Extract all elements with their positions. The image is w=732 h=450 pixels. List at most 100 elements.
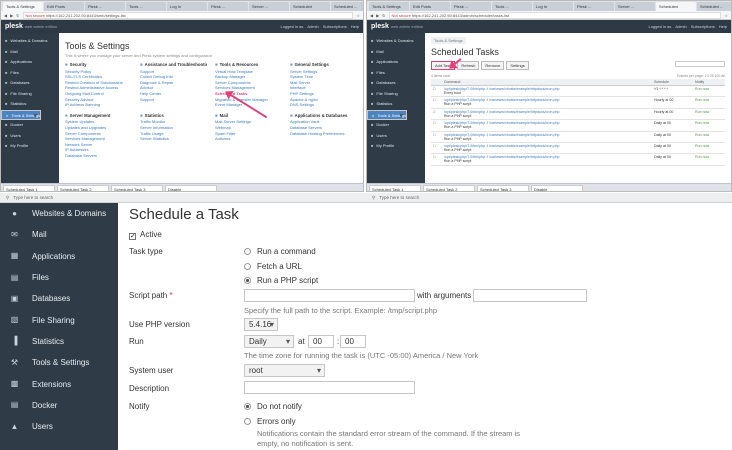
address-bar[interactable]: ◀ ▶ ↻ Not secure https://162.241.202.50:… <box>367 11 731 20</box>
star-icon[interactable]: ☆ <box>356 13 360 18</box>
sidebar-item-docker[interactable]: ▤ Docker <box>0 395 118 416</box>
search-input[interactable] <box>675 61 725 67</box>
taskbar-item[interactable]: Scheduled Task 1 <box>369 185 421 191</box>
description-input[interactable] <box>244 381 415 394</box>
checkbox[interactable]: □ <box>433 98 435 102</box>
search-bar-right[interactable]: ⚲ Type here to search <box>366 193 732 203</box>
settings-link[interactable]: Support <box>140 97 207 103</box>
sidebar-item-applications[interactable]: ▦ Applications <box>0 246 118 267</box>
reload-icon[interactable]: ↻ <box>16 13 19 18</box>
header-link[interactable]: Admin <box>675 24 686 29</box>
checkbox[interactable]: □ <box>433 110 435 114</box>
checkbox[interactable]: □ <box>433 87 435 91</box>
toolbar-button[interactable]: Settings <box>506 61 529 70</box>
row-checkbox-cell[interactable]: □ <box>431 85 442 98</box>
row-checkbox-cell[interactable]: □ <box>431 108 442 121</box>
settings-link[interactable]: Antivirus <box>215 136 282 142</box>
sidebar-item[interactable]: My Profile <box>367 141 425 152</box>
browser-tab[interactable]: Tools ... <box>492 2 532 11</box>
radio-fetch-url[interactable]: Fetch a URL <box>244 262 302 271</box>
settings-link[interactable]: Database Servers <box>65 153 132 159</box>
browser-tab[interactable]: Tools & Settings <box>3 2 43 11</box>
radio-button-selected[interactable] <box>244 403 251 410</box>
browser-tab[interactable]: Scheduled <box>290 2 330 11</box>
browser-tab[interactable]: Log In <box>167 2 207 11</box>
taskbar-item[interactable]: Scheduled Task 3 <box>477 185 529 191</box>
taskbar-item[interactable]: Scheduled Task 2 <box>57 185 109 191</box>
sidebar-item-websites-domains[interactable]: ● Websites & Domains <box>0 203 118 224</box>
browser-tab[interactable]: Scheduled ... <box>697 2 731 11</box>
sidebar-item-users[interactable]: ▲ Users <box>0 416 118 437</box>
browser-tab[interactable]: Log In <box>533 2 573 11</box>
checkbox[interactable]: □ <box>433 144 435 148</box>
sidebar-item-databases[interactable]: ▣ Databases <box>0 288 118 309</box>
arguments-input[interactable] <box>473 289 587 302</box>
sidebar-item[interactable]: Databases <box>1 78 59 89</box>
row-checkbox-cell[interactable]: □ <box>431 153 442 166</box>
sidebar-item[interactable]: My Profile <box>1 141 59 152</box>
run-now-link[interactable]: Run now <box>693 96 725 109</box>
sidebar-item[interactable]: Users <box>1 131 59 142</box>
sidebar-item[interactable]: Statistics <box>367 99 425 110</box>
browser-tab[interactable]: Server ... <box>615 2 655 11</box>
sidebar-item-tools-settings[interactable]: ⚒ Tools & Settings <box>0 352 118 373</box>
browser-tab[interactable]: Plesk ... <box>574 2 614 11</box>
settings-link[interactable]: IP Address Banning <box>65 102 132 108</box>
settings-link[interactable]: Database Hosting Preferences <box>290 131 357 137</box>
hour-input[interactable]: 00 <box>308 335 334 348</box>
sidebar-item[interactable]: Files <box>367 68 425 79</box>
forward-icon[interactable]: ▶ <box>10 13 13 18</box>
header-link[interactable]: Help <box>351 24 359 29</box>
settings-link[interactable]: DNS Settings <box>290 102 357 108</box>
header-link[interactable]: Subscriptions <box>691 24 715 29</box>
sidebar-item[interactable]: Docker <box>1 120 59 131</box>
sidebar-item[interactable]: Websites & Domains <box>1 36 59 47</box>
toolbar-button[interactable]: Refresh <box>457 61 480 70</box>
sidebar-item[interactable]: Applications <box>1 57 59 68</box>
checkbox[interactable]: □ <box>433 155 435 159</box>
header-user-menu[interactable]: Logged in as Admin Subscriptions Help <box>280 24 359 29</box>
radio-errors-only[interactable]: Errors only <box>244 417 296 426</box>
browser-tab[interactable]: Scheduled ... <box>331 2 363 11</box>
row-checkbox-cell[interactable]: □ <box>431 96 442 109</box>
run-now-link[interactable]: Run now <box>693 131 725 143</box>
star-icon[interactable]: ☆ <box>724 13 728 18</box>
header-link[interactable]: Admin <box>307 24 318 29</box>
checkbox[interactable]: □ <box>433 121 435 125</box>
taskbar-item[interactable]: Disable <box>165 185 217 191</box>
checkbox[interactable]: □ <box>433 133 435 137</box>
back-icon[interactable]: ◀ <box>4 13 7 18</box>
sidebar-item[interactable]: Users <box>367 131 425 142</box>
radio-run-php-script[interactable]: Run a PHP script <box>244 276 318 285</box>
sidebar-item[interactable]: Files <box>1 68 59 79</box>
browser-tab[interactable]: Plesk ... <box>451 2 491 11</box>
radio-button[interactable] <box>244 418 251 425</box>
sidebar-item-statistics[interactable]: ▐ Statistics <box>0 331 118 352</box>
radio-button[interactable] <box>244 263 251 270</box>
header-link[interactable]: Help <box>719 24 727 29</box>
browser-tab[interactable]: Plesk ... <box>208 2 248 11</box>
taskbar-item[interactable]: Scheduled Task 2 <box>423 185 475 191</box>
sidebar-item[interactable]: Websites & Domains <box>367 36 425 47</box>
sidebar-item[interactable]: Applications <box>367 57 425 68</box>
sidebar-item-files[interactable]: ▤ Files <box>0 267 118 288</box>
sidebar-item[interactable]: File Sharing <box>1 89 59 100</box>
row-checkbox-cell[interactable]: □ <box>431 119 442 132</box>
browser-tab[interactable]: Scheduled <box>656 2 696 11</box>
header-user-menu[interactable]: Logged in as Admin Subscriptions Help <box>648 24 727 29</box>
back-icon[interactable]: ◀ <box>370 13 373 18</box>
browser-tab[interactable]: Tools ... <box>126 2 166 11</box>
radio-run-command[interactable]: Run a command <box>244 247 316 256</box>
sidebar-item[interactable]: Statistics <box>1 99 59 110</box>
system-user-select[interactable]: root <box>244 364 325 377</box>
radio-do-not-notify[interactable]: Do not notify <box>244 402 302 411</box>
radio-button-selected[interactable] <box>244 277 251 284</box>
sidebar-item[interactable]: Tools & Settings <box>1 109 42 120</box>
radio-button[interactable] <box>244 248 251 255</box>
run-now-link[interactable]: Run now <box>693 119 725 132</box>
sidebar-item-file-sharing[interactable]: ▧ File Sharing <box>0 309 118 330</box>
browser-tab[interactable]: Edit Posts <box>44 2 84 11</box>
taskbar-item[interactable]: Disable <box>531 185 583 191</box>
forward-icon[interactable]: ▶ <box>376 13 379 18</box>
sidebar-item-extensions[interactable]: ▩ Extensions <box>0 373 118 394</box>
